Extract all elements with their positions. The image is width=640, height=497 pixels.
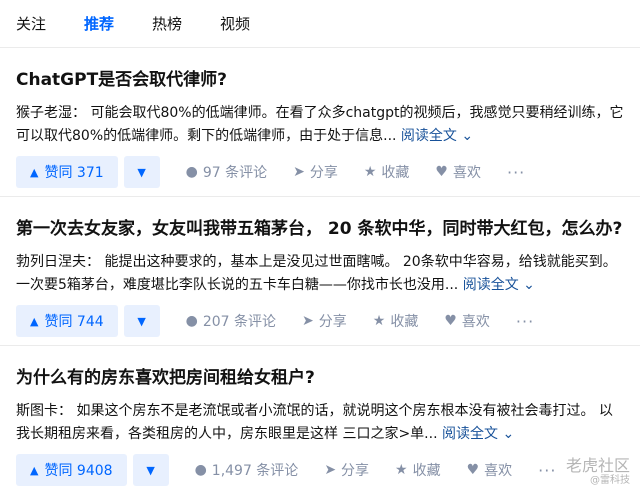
read-more-link[interactable]: 阅读全文 ⌄ xyxy=(463,277,535,293)
paper-plane-icon: ➤ xyxy=(324,462,337,478)
feed-card: ChatGPT是否会取代律师? 猴子老湿： 可能会取代80%的低端律师。在看了众… xyxy=(0,48,640,196)
star-icon: ★ xyxy=(363,164,377,180)
comment-label: 207 条评论 xyxy=(202,314,277,330)
action-bar: ▲ 赞同 9408 ▼ ● 1,497 条评论 ➤ 分享 ★ 收藏 ♥ 喜欢 ··· xyxy=(16,454,624,486)
share-button[interactable]: ➤ 分享 xyxy=(302,311,347,331)
upvote-label: 赞同 744 xyxy=(44,314,104,330)
favorite-label: 收藏 xyxy=(390,314,419,330)
paper-plane-icon: ➤ xyxy=(302,313,314,329)
share-button[interactable]: ➤ 分享 xyxy=(293,162,338,182)
like-button[interactable]: ♥ 喜欢 xyxy=(435,162,481,182)
paper-plane-icon: ➤ xyxy=(293,164,305,180)
chevron-down-icon: ⌄ xyxy=(461,128,474,144)
share-label: 分享 xyxy=(318,314,347,330)
like-button[interactable]: ♥ 喜欢 xyxy=(444,311,490,331)
more-options-icon[interactable]: ··· xyxy=(507,163,525,182)
downvote-button[interactable]: ▼ xyxy=(123,156,160,188)
triangle-up-icon: ▲ xyxy=(30,463,39,477)
share-label: 分享 xyxy=(309,165,338,181)
tab-recommend[interactable]: 推荐 xyxy=(84,13,114,34)
tab-video[interactable]: 视频 xyxy=(220,13,250,34)
upvote-button[interactable]: ▲ 赞同 9408 xyxy=(16,454,127,486)
triangle-down-icon: ▼ xyxy=(137,314,146,328)
question-title[interactable]: ChatGPT是否会取代律师? xyxy=(16,68,624,92)
favorite-button[interactable]: ★ 收藏 xyxy=(373,311,419,331)
answer-excerpt[interactable]: 斯图卡： 如果这个房东不是老流氓或者小流氓的话，就说明这个房东根本没有被社会毒打… xyxy=(16,400,624,446)
more-options-icon[interactable]: ··· xyxy=(516,312,534,331)
chevron-down-icon: ⌄ xyxy=(502,426,515,442)
action-bar: ▲ 赞同 371 ▼ ● 97 条评论 ➤ 分享 ★ 收藏 ♥ 喜欢 ··· xyxy=(16,156,624,188)
upvote-label: 赞同 9408 xyxy=(44,463,113,479)
answer-excerpt[interactable]: 勃列日涅夫： 能提出这种要求的，基本上是没见过世面瞎喊。 20条软中华容易，给钱… xyxy=(16,251,624,297)
comment-icon: ● xyxy=(185,164,198,180)
read-more-label: 阅读全文 xyxy=(441,426,498,442)
like-label: 喜欢 xyxy=(452,165,481,181)
comment-button[interactable]: ● 97 条评论 xyxy=(186,162,267,182)
action-bar: ▲ 赞同 744 ▼ ● 207 条评论 ➤ 分享 ★ 收藏 ♥ 喜欢 ··· xyxy=(16,305,624,337)
triangle-down-icon: ▼ xyxy=(137,165,146,179)
tab-follow[interactable]: 关注 xyxy=(16,13,46,34)
star-icon: ★ xyxy=(372,313,386,329)
downvote-button[interactable]: ▼ xyxy=(123,305,160,337)
like-label: 喜欢 xyxy=(484,463,513,479)
feed-card: 为什么有的房东喜欢把房间租给女租户? 斯图卡： 如果这个房东不是老流氓或者小流氓… xyxy=(0,345,640,495)
triangle-up-icon: ▲ xyxy=(30,165,39,179)
read-more-link[interactable]: 阅读全文 ⌄ xyxy=(401,128,473,144)
watermark-main: 老虎社区 xyxy=(565,456,630,475)
watermark-sub: @雷科技 xyxy=(590,475,630,486)
upvote-button[interactable]: ▲ 赞同 371 xyxy=(16,156,118,188)
top-tab-bar: 关注 推荐 热榜 视频 xyxy=(0,0,640,48)
watermark: 老虎社区 @雷科技 xyxy=(566,457,630,487)
upvote-button[interactable]: ▲ 赞同 744 xyxy=(16,305,118,337)
favorite-label: 收藏 xyxy=(412,463,441,479)
star-icon: ★ xyxy=(395,462,408,478)
share-button[interactable]: ➤ 分享 xyxy=(324,460,369,480)
triangle-down-icon: ▼ xyxy=(146,463,155,477)
upvote-label: 赞同 371 xyxy=(44,165,104,181)
comment-label: 1,497 条评论 xyxy=(211,463,299,479)
favorite-label: 收藏 xyxy=(381,165,410,181)
excerpt-text: 猴子老湿： 可能会取代80%的低端律师。在看了众多chatgpt的视频后，我感觉… xyxy=(16,105,624,144)
share-label: 分享 xyxy=(341,463,370,479)
question-title[interactable]: 第一次去女友家，女友叫我带五箱茅台， 20 条软中华，同时带大红包，怎么办? xyxy=(16,217,624,241)
like-button[interactable]: ♥ 喜欢 xyxy=(467,460,513,480)
like-label: 喜欢 xyxy=(461,314,490,330)
more-options-icon[interactable]: ··· xyxy=(538,461,556,480)
question-title[interactable]: 为什么有的房东喜欢把房间租给女租户? xyxy=(16,366,624,390)
favorite-button[interactable]: ★ 收藏 xyxy=(364,162,410,182)
triangle-up-icon: ▲ xyxy=(30,314,39,328)
downvote-button[interactable]: ▼ xyxy=(132,454,169,486)
heart-icon: ♥ xyxy=(444,313,457,329)
comment-button[interactable]: ● 207 条评论 xyxy=(186,311,276,331)
tab-hot[interactable]: 热榜 xyxy=(152,13,182,34)
read-more-label: 阅读全文 xyxy=(462,277,519,293)
comment-label: 97 条评论 xyxy=(202,165,268,181)
answer-excerpt[interactable]: 猴子老湿： 可能会取代80%的低端律师。在看了众多chatgpt的视频后，我感觉… xyxy=(16,102,624,148)
heart-icon: ♥ xyxy=(435,164,448,180)
read-more-label: 阅读全文 xyxy=(400,128,457,144)
chevron-down-icon: ⌄ xyxy=(523,277,535,293)
comment-button[interactable]: ● 1,497 条评论 xyxy=(195,460,299,480)
read-more-link[interactable]: 阅读全文 ⌄ xyxy=(442,426,514,442)
excerpt-text: 斯图卡： 如果这个房东不是老流氓或者小流氓的话，就说明这个房东根本没有被社会毒打… xyxy=(16,403,613,442)
heart-icon: ♥ xyxy=(466,462,480,478)
feed-card: 第一次去女友家，女友叫我带五箱茅台， 20 条软中华，同时带大红包，怎么办? 勃… xyxy=(0,196,640,345)
favorite-button[interactable]: ★ 收藏 xyxy=(395,460,441,480)
comment-icon: ● xyxy=(194,462,207,478)
comment-icon: ● xyxy=(185,313,198,329)
